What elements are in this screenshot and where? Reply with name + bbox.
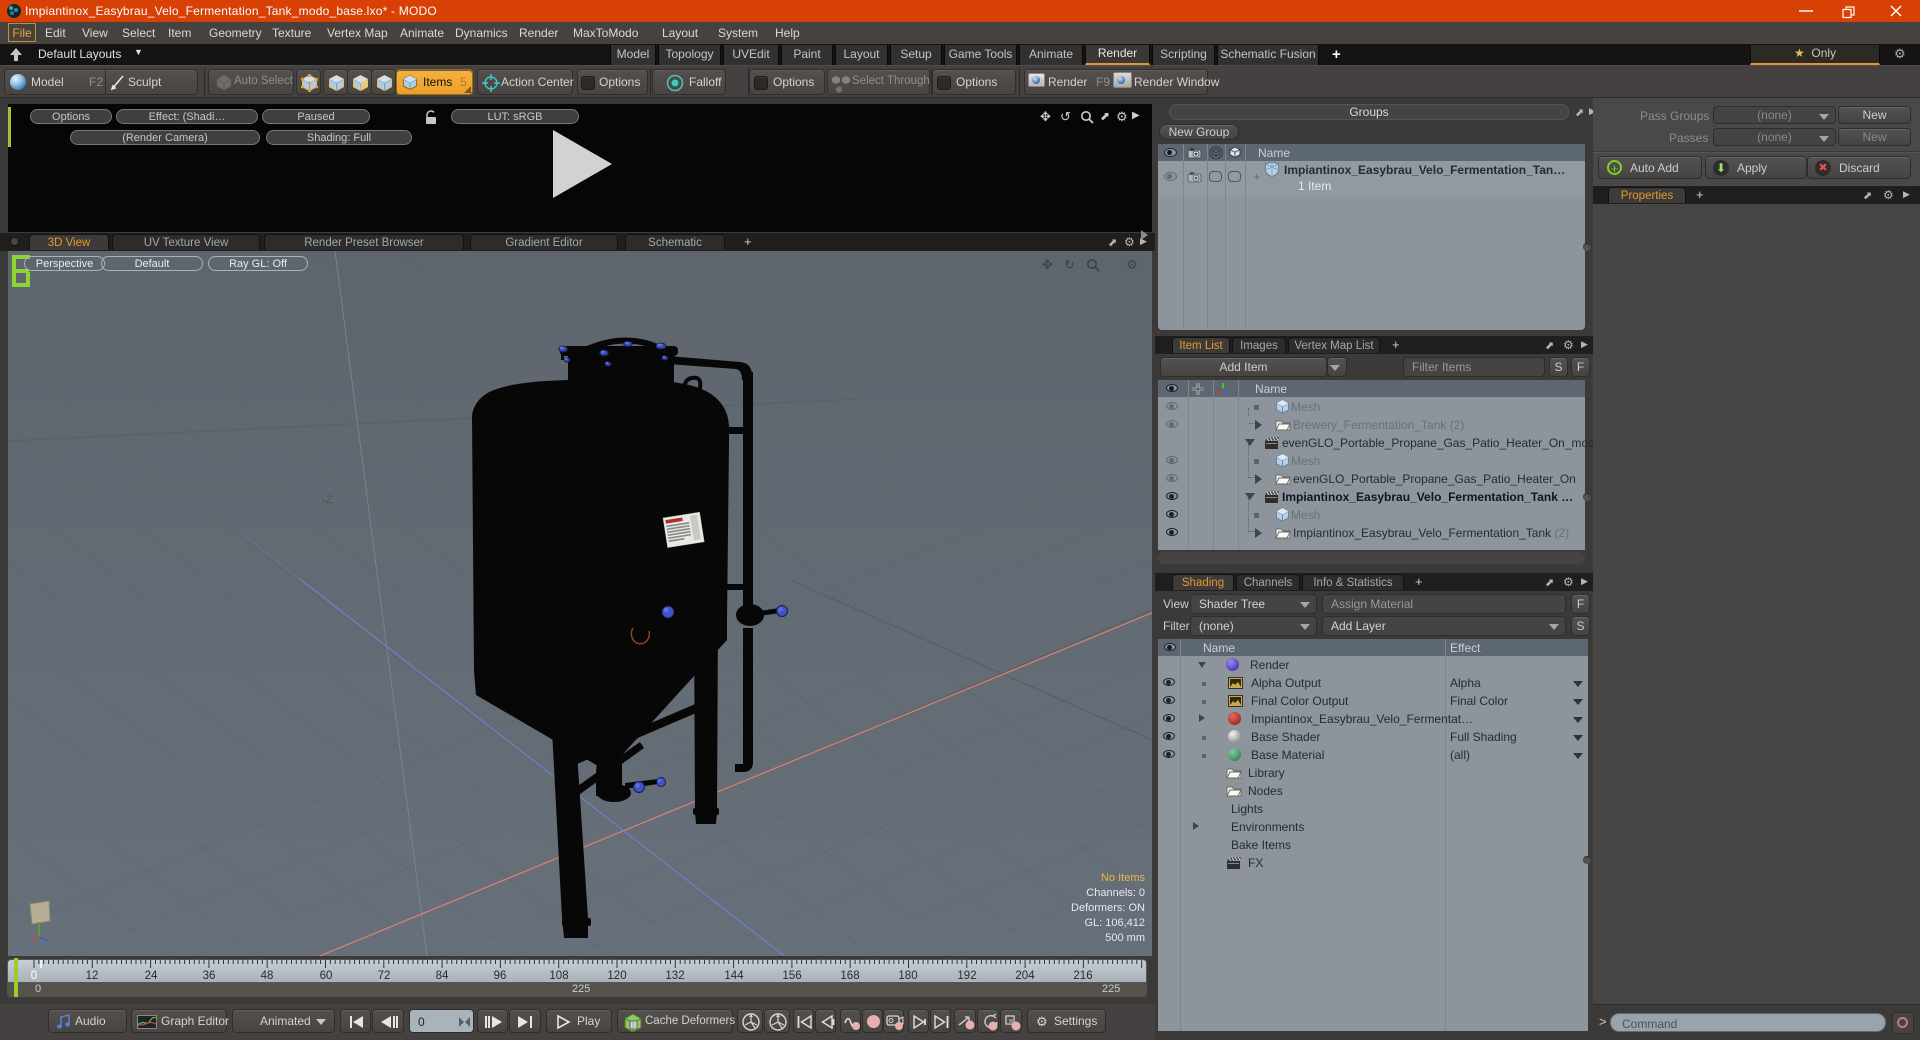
svg-text:24: 24 xyxy=(145,970,158,982)
svg-text:180: 180 xyxy=(898,970,917,982)
svg-text:144: 144 xyxy=(724,970,744,982)
svg-text:96: 96 xyxy=(494,970,507,982)
svg-text:168: 168 xyxy=(840,970,859,982)
svg-text:216: 216 xyxy=(1073,970,1092,982)
svg-text:12: 12 xyxy=(86,970,99,982)
svg-text:192: 192 xyxy=(957,970,976,982)
svg-text:36: 36 xyxy=(203,970,216,982)
svg-text:156: 156 xyxy=(782,970,801,982)
svg-text:0: 0 xyxy=(31,970,37,982)
svg-text:60: 60 xyxy=(320,970,333,982)
svg-text:132: 132 xyxy=(665,970,684,982)
svg-text:204: 204 xyxy=(1015,970,1035,982)
svg-text:84: 84 xyxy=(436,970,449,982)
svg-text:48: 48 xyxy=(261,970,274,982)
svg-text:108: 108 xyxy=(549,970,568,982)
svg-text:120: 120 xyxy=(607,970,626,982)
svg-text:-Z: -Z xyxy=(322,494,333,506)
svg-text:72: 72 xyxy=(378,970,391,982)
